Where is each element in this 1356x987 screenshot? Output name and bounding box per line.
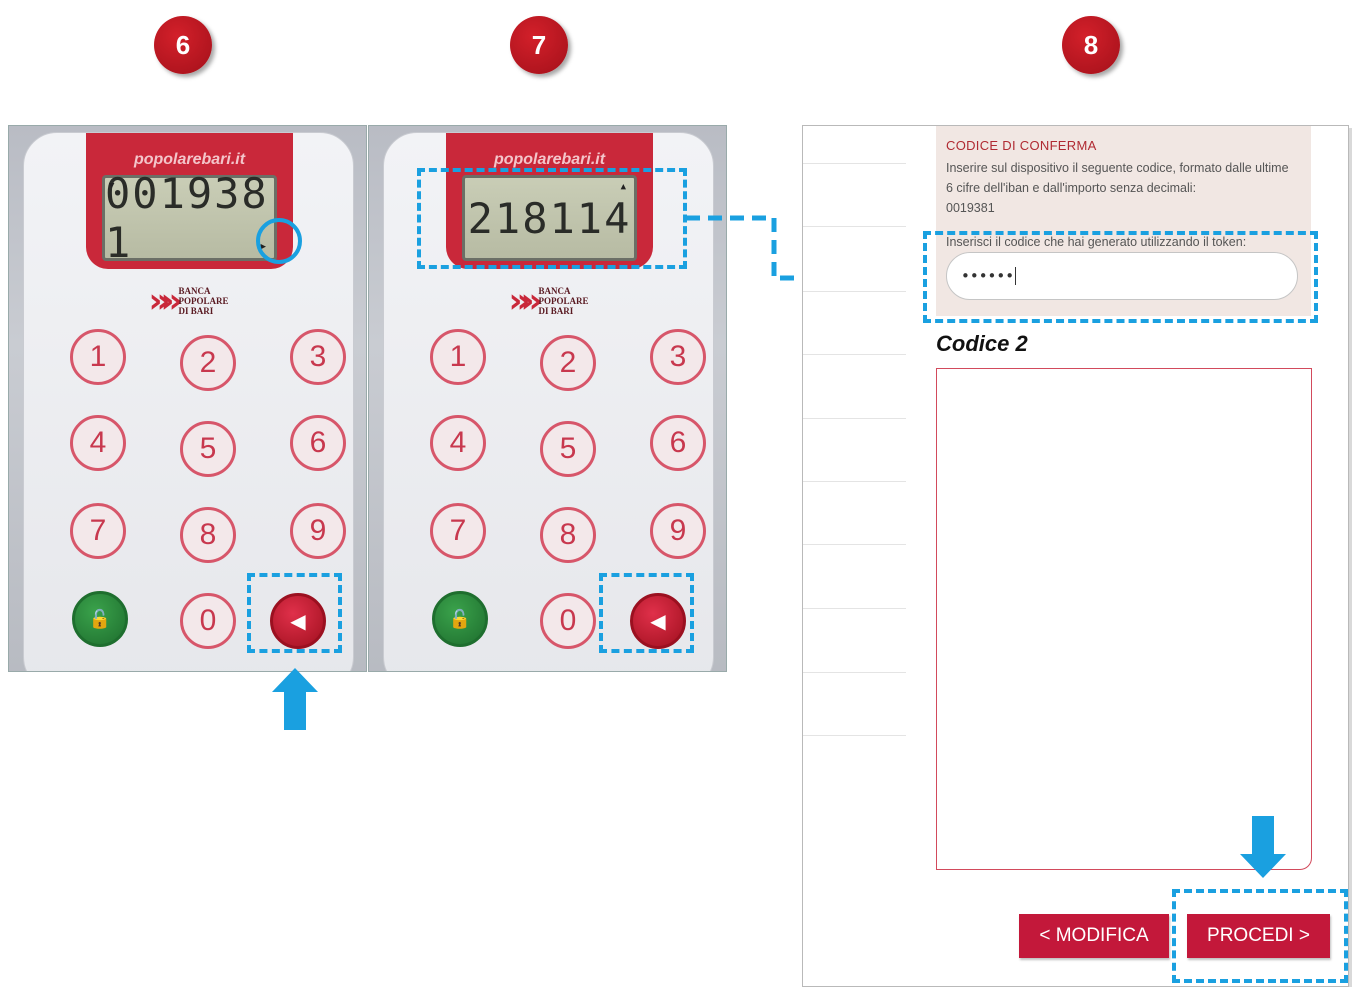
- key-6[interactable]: 6: [650, 415, 706, 471]
- token-brand: popolarebari.it: [493, 151, 606, 168]
- bank-name-line: BANCA: [178, 286, 211, 296]
- arrow-up-icon: [272, 668, 318, 730]
- bank-name-line: POPOLARE: [178, 296, 229, 306]
- arrow-down-icon: [1240, 816, 1286, 878]
- key-5[interactable]: 5: [540, 421, 596, 477]
- key-3[interactable]: 3: [290, 329, 346, 385]
- key-9[interactable]: 9: [290, 503, 346, 559]
- sidebar-column: [803, 126, 906, 986]
- bank-name-line: DI BARI: [178, 306, 214, 316]
- step-badge-8: 8: [1062, 16, 1120, 74]
- code-input-highlight: [923, 231, 1318, 323]
- bank-name-line: BANCA: [538, 286, 571, 296]
- key-7[interactable]: 7: [430, 503, 486, 559]
- step-badge-7: 7: [510, 16, 568, 74]
- key-1[interactable]: 1: [70, 329, 126, 385]
- token-brand: popolarebari.it: [133, 151, 246, 168]
- key-0[interactable]: 0: [180, 593, 236, 649]
- procedi-highlight: [1172, 889, 1348, 983]
- modifica-button[interactable]: < MODIFICA: [1019, 914, 1169, 958]
- section-title: CODICE DI CONFERMA: [946, 138, 1097, 153]
- bank-logo-icon: »»: [508, 281, 543, 321]
- display-indicator-icon: ▼: [109, 181, 117, 191]
- key-2[interactable]: 2: [540, 335, 596, 391]
- step-badge-6: 6: [154, 16, 212, 74]
- key-8[interactable]: 8: [180, 507, 236, 563]
- key-7[interactable]: 7: [70, 503, 126, 559]
- key-9[interactable]: 9: [650, 503, 706, 559]
- arrow-key-highlight-step7: [599, 573, 694, 653]
- instructions-text: Inserire sul dispositivo il seguente cod…: [946, 161, 1289, 195]
- bank-logo-icon: »»: [148, 281, 183, 321]
- display-highlight-step7: [417, 168, 687, 269]
- arrow-key-highlight-step6: [247, 573, 342, 653]
- bank-name-line: DI BARI: [538, 306, 574, 316]
- bank-logo: »» BANCA POPOLARE DI BARI: [384, 281, 713, 321]
- display-arrow-highlight: [256, 218, 302, 264]
- bank-logo: »» BANCA POPOLARE DI BARI: [24, 281, 353, 321]
- token-display: ▼ 001938 1 ▶: [102, 169, 277, 267]
- key-4[interactable]: 4: [70, 415, 126, 471]
- key-4[interactable]: 4: [430, 415, 486, 471]
- codice2-area[interactable]: [936, 368, 1312, 870]
- display-value: 001938 1: [105, 169, 269, 267]
- codice2-label: Codice 2: [936, 331, 1028, 356]
- key-1[interactable]: 1: [430, 329, 486, 385]
- key-5[interactable]: 5: [180, 421, 236, 477]
- key-3[interactable]: 3: [650, 329, 706, 385]
- key-8[interactable]: 8: [540, 507, 596, 563]
- unlock-key-icon[interactable]: 🔓: [432, 591, 488, 647]
- key-2[interactable]: 2: [180, 335, 236, 391]
- bank-name-line: POPOLARE: [538, 296, 589, 306]
- key-6[interactable]: 6: [290, 415, 346, 471]
- key-0[interactable]: 0: [540, 593, 596, 649]
- unlock-key-icon[interactable]: 🔓: [72, 591, 128, 647]
- reference-code: 0019381: [946, 201, 995, 215]
